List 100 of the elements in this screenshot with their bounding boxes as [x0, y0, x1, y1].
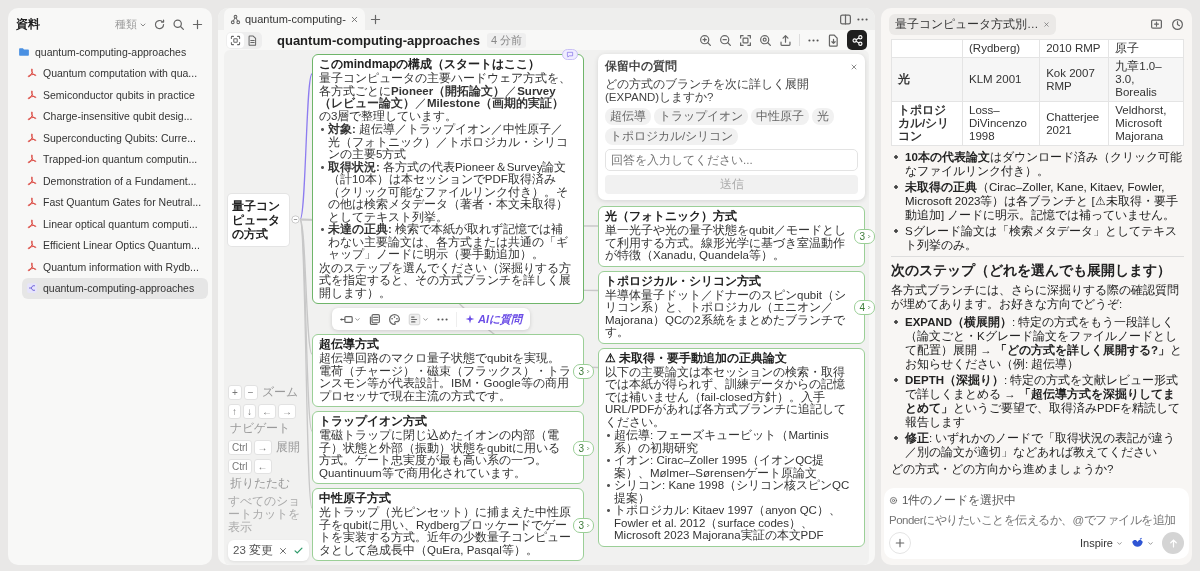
- node-text: 電磁トラップに閉じ込めたイオンの内部（電子）状態と外部（振動）状態をqubitに用いる方式。ゲート忠実度が最も高い系の一つ。Quantinuum等で商用化されています。: [319, 429, 561, 479]
- node-title: トラップイオン方式: [319, 414, 428, 428]
- section-heading: 次のステップ（どれを選んでも展開します）: [891, 262, 1172, 279]
- history-button[interactable]: [1171, 18, 1184, 31]
- comment-icon: [566, 51, 574, 58]
- node-text: 半導体量子ドット／ドナーのスピンqubit（シリコン系）と、トポロジカル（エニオン／Majorana）QCの2系統をまとめたブランチです。: [605, 288, 847, 339]
- ask-ai-button[interactable]: AIに質問: [456, 311, 522, 327]
- option-chip[interactable]: トポロジカル/シリコン: [605, 128, 739, 145]
- pdf-icon: [26, 131, 38, 144]
- close-icon: [1042, 21, 1050, 28]
- table-cell: 光: [891, 57, 963, 102]
- answer-field[interactable]: 回答を入力してください...: [605, 149, 858, 171]
- mindmap-node[interactable]: [598, 347, 865, 547]
- chevron-icon: [585, 367, 591, 375]
- share-button[interactable]: [847, 30, 867, 50]
- mindmap-icon: [230, 13, 241, 25]
- close-button[interactable]: [850, 62, 858, 71]
- table-cell: (Rydberg): [962, 39, 1040, 58]
- table-cell: Veldhorst, Microsoft Majorana: [1108, 101, 1184, 146]
- pdf-icon: [26, 260, 38, 273]
- accept-button[interactable]: [293, 545, 304, 556]
- child-count-badge[interactable]: 3: [854, 229, 875, 245]
- node-title: このmindmapの構成（スタートはここ）: [319, 57, 542, 71]
- export-button[interactable]: [779, 33, 792, 47]
- model-dropdown[interactable]: [1131, 536, 1154, 550]
- new-tab-button[interactable]: [368, 12, 382, 26]
- color-button[interactable]: [388, 312, 401, 326]
- split-view-button[interactable]: [839, 12, 852, 26]
- chevron-icon: [866, 304, 872, 311]
- option-chip[interactable]: 中性原子: [751, 108, 809, 125]
- zoom-in-button[interactable]: [699, 33, 712, 47]
- node-text: 単一光子や光の量子状態をqubit／モードとして利用する方式。線形光学に基づき室温動作が特徴（Xanadu, Quandela等）。: [605, 224, 847, 262]
- chevron-icon: [585, 521, 591, 529]
- file-item[interactable]: quantum-computing-approaches: [22, 277, 208, 299]
- file-item[interactable]: Fast Quantum Gates for Neutral...: [22, 191, 208, 213]
- close-icon: [278, 545, 288, 556]
- option-chip[interactable]: トラップイオン: [654, 108, 748, 125]
- key-cap: ↑: [228, 404, 241, 419]
- pdf-icon: [26, 239, 38, 252]
- table-cell: 2010 RMP: [1039, 39, 1109, 58]
- chat-tab[interactable]: 量子コンピュータ方式別…: [889, 14, 1056, 35]
- mindmap-node[interactable]: [312, 54, 584, 304]
- file-item[interactable]: Demonstration of a Fundament...: [22, 170, 208, 192]
- option-chip[interactable]: 光: [812, 108, 834, 125]
- file-item[interactable]: Semiconductor qubits in practice: [22, 84, 208, 106]
- download-button[interactable]: [827, 33, 840, 47]
- key-cap: ↓: [243, 404, 256, 419]
- pdf-icon: [26, 174, 38, 187]
- split-view-icon: [839, 12, 852, 26]
- refresh-icon: [153, 18, 166, 31]
- file-item[interactable]: Quantum computation with qua...: [22, 62, 208, 84]
- child-count-badge[interactable]: 4: [854, 300, 875, 315]
- model-icon: [1131, 536, 1144, 550]
- document-tab[interactable]: quantum-computing-: [224, 8, 365, 30]
- discard-button[interactable]: [278, 545, 288, 556]
- file-item[interactable]: Charge-insensitive qubit desig...: [22, 105, 208, 127]
- new-chat-button[interactable]: [1150, 18, 1163, 31]
- chevron-icon: [585, 444, 591, 452]
- list-item: 未達の正典: 検索で本紙が取れず記憶では補わない主要論文は、各方式または共通の「ギャップ」ノードに明示（要手動追加）。: [319, 223, 571, 261]
- table-cell: Loss–DiVincenzo 1998: [962, 101, 1040, 146]
- refresh-button[interactable]: [153, 18, 166, 31]
- close-icon: [850, 62, 858, 71]
- collapse-icon[interactable]: [291, 215, 300, 224]
- file-item[interactable]: Trapped-ion quantum computin...: [22, 148, 208, 170]
- copy-button[interactable]: [368, 312, 381, 326]
- file-item[interactable]: Efficient Linear Optics Quantum...: [22, 234, 208, 256]
- sparkle-icon: [465, 314, 475, 324]
- key-cap: +: [228, 385, 242, 400]
- key-cap: Ctrl: [228, 459, 252, 474]
- history-icon: [1171, 18, 1184, 31]
- document-download-icon: [827, 33, 840, 47]
- pdf-icon: [26, 110, 38, 123]
- zoom-out-button[interactable]: [719, 33, 732, 47]
- file-item[interactable]: Quantum information with Rydb...: [22, 256, 208, 278]
- option-chip[interactable]: 超伝導: [605, 108, 651, 125]
- folder-item[interactable]: quantum-computing-approaches: [14, 41, 208, 63]
- file-item[interactable]: Linear optical quantum computi...: [22, 213, 208, 235]
- mode-dropdown[interactable]: Inspire: [1079, 537, 1123, 549]
- search-button[interactable]: [172, 18, 185, 31]
- fit-view-button[interactable]: [739, 33, 752, 47]
- focus-view-button[interactable]: [227, 32, 244, 48]
- table-cell: Chatterjee 2021: [1039, 101, 1109, 146]
- align-button[interactable]: [408, 312, 429, 326]
- arrow-up-icon: [1167, 537, 1179, 549]
- file-item[interactable]: Superconducting Qubits: Curre...: [22, 127, 208, 149]
- pdf-icon: [26, 88, 38, 101]
- node-text: 以下の主要論文は本セッションの検索・取得では本紙が得られず、訓練データからの記憶では補いません（fail-closed方針）。入手URL/PDFがあれば各方式ブランチに追記してください。: [605, 365, 848, 428]
- document-icon: [247, 34, 258, 46]
- node-title: ⚠ 未取得・要手動追加の正典論文: [605, 350, 789, 365]
- search-icon: [172, 18, 185, 31]
- key-cap: Ctrl: [228, 440, 252, 455]
- root-node[interactable]: 量子コンピュータの方式: [228, 193, 289, 246]
- shortcut-label: ナビゲート: [230, 421, 290, 436]
- caret-icon: [1147, 539, 1154, 547]
- zoom-search-button[interactable]: [759, 33, 772, 47]
- list-item: シリコン: Kane 1998（シリコン核スピンQC提案）: [605, 479, 852, 504]
- add-button[interactable]: [191, 18, 204, 31]
- selection-context: 1件のノードを選択中: [902, 493, 1017, 508]
- change-count: 23 変更: [233, 543, 273, 558]
- pdf-icon: [26, 153, 38, 166]
